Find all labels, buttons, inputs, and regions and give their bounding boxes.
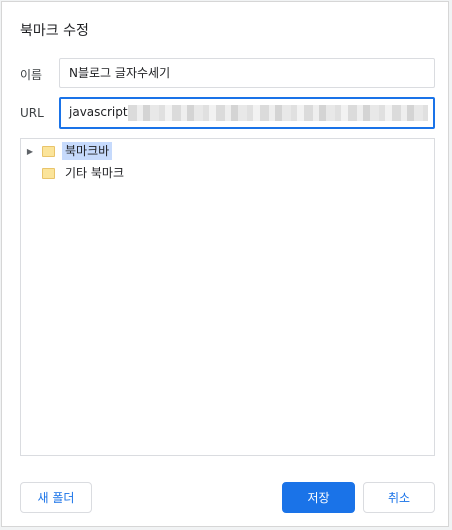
- url-value: javascript: [69, 105, 128, 119]
- expand-arrow-icon[interactable]: ▶: [25, 146, 35, 156]
- url-redacted-blur: [127, 104, 428, 121]
- folder-tree[interactable]: ▶ 북마크바 기타 북마크: [20, 138, 435, 456]
- edit-bookmark-dialog: 북마크 수정 이름 N블로그 글자수세기 URL javascript ▶ 북마…: [1, 1, 449, 527]
- tree-item-label: 기타 북마크: [65, 166, 125, 180]
- save-button[interactable]: 저장: [282, 482, 355, 513]
- tree-item-other-bookmarks[interactable]: 기타 북마크: [21, 163, 127, 183]
- url-label: URL: [20, 106, 44, 120]
- url-field[interactable]: javascript: [59, 97, 435, 129]
- new-folder-button[interactable]: 새 폴더: [20, 482, 92, 513]
- tree-item-label: 북마크바: [62, 142, 113, 160]
- dialog-title: 북마크 수정: [20, 23, 89, 39]
- cancel-button[interactable]: 취소: [363, 482, 435, 513]
- folder-icon: [42, 145, 55, 157]
- name-label: 이름: [20, 68, 43, 82]
- name-field[interactable]: N블로그 글자수세기: [59, 58, 435, 88]
- folder-icon: [42, 167, 55, 179]
- tree-item-bookmark-bar[interactable]: ▶ 북마크바: [21, 141, 113, 161]
- name-value: N블로그 글자수세기: [69, 66, 171, 80]
